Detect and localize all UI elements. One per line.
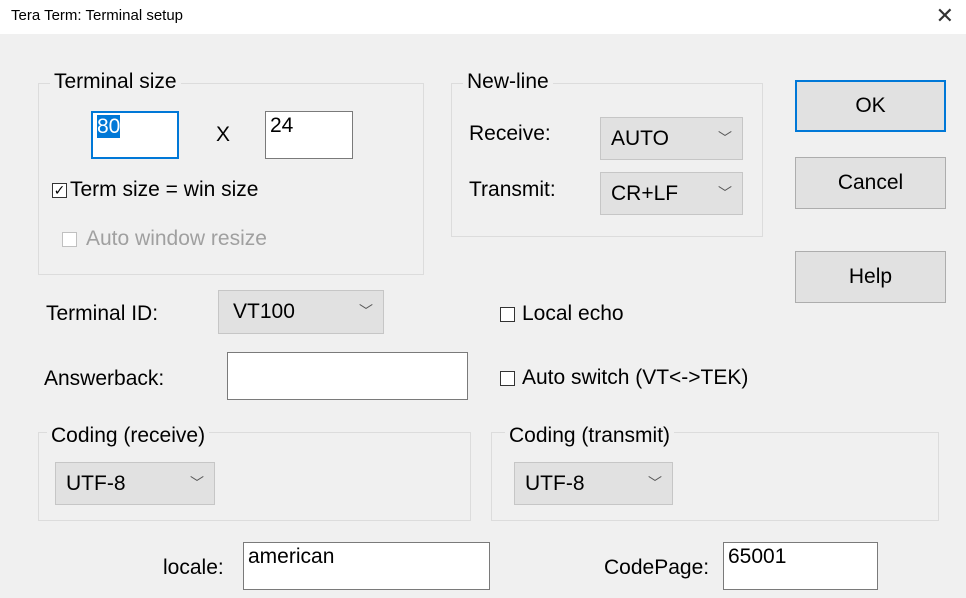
- auto-resize-check-box[interactable]: [62, 232, 77, 247]
- terminal-id-select[interactable]: VT100 ﹀: [218, 290, 384, 334]
- codepage-input[interactable]: 65001: [723, 542, 878, 590]
- coding-transmit-value: UTF-8: [525, 471, 585, 495]
- cancel-button-label: Cancel: [837, 171, 904, 194]
- ok-button-label: OK: [855, 94, 886, 117]
- terminal-id-label: Terminal ID:: [46, 302, 159, 325]
- locale-value: american: [248, 545, 335, 568]
- terminal-cols-value: 80: [97, 115, 121, 138]
- help-button-label: Help: [848, 265, 893, 288]
- locale-label: locale:: [163, 556, 224, 579]
- chevron-down-icon: ﹀: [718, 129, 732, 146]
- terminal-id-value: VT100: [233, 300, 295, 323]
- receive-select[interactable]: AUTO ﹀: [600, 117, 743, 160]
- terminal-rows-value: 24: [270, 114, 294, 137]
- answerback-label: Answerback:: [44, 367, 165, 390]
- codepage-value: 65001: [728, 545, 787, 568]
- terminal-size-group-label: Terminal size: [50, 70, 181, 94]
- local-echo-label: Local echo: [522, 302, 624, 325]
- coding-transmit-group-label: Coding (transmit): [505, 424, 675, 448]
- answerback-input[interactable]: [227, 352, 468, 400]
- transmit-value: CR+LF: [611, 181, 679, 205]
- receive-value: AUTO: [611, 126, 669, 150]
- window-title: Tera Term: Terminal setup: [11, 7, 184, 24]
- locale-input[interactable]: american: [243, 542, 490, 590]
- receive-label: Receive:: [469, 122, 551, 145]
- ok-button[interactable]: OK: [795, 80, 946, 132]
- coding-receive-group-label: Coding (receive): [47, 424, 210, 448]
- chevron-down-icon: ﹀: [190, 474, 204, 491]
- coding-receive-value: UTF-8: [66, 471, 126, 495]
- chevron-down-icon: ﹀: [718, 184, 732, 201]
- transmit-select[interactable]: CR+LF ﹀: [600, 172, 743, 215]
- auto-resize-label: Auto window resize: [86, 227, 267, 250]
- transmit-label: Transmit:: [469, 178, 556, 201]
- title-bar: Tera Term: Terminal setup ✕: [0, 0, 966, 34]
- local-echo-check-box[interactable]: [500, 307, 515, 322]
- auto-switch-check-box[interactable]: [500, 371, 515, 386]
- close-icon[interactable]: ✕: [936, 4, 954, 28]
- chevron-down-icon: ﹀: [648, 474, 662, 491]
- help-button[interactable]: Help: [795, 251, 946, 303]
- cancel-button[interactable]: Cancel: [795, 157, 946, 209]
- terminal-rows-input[interactable]: 24: [265, 111, 353, 159]
- coding-receive-select[interactable]: UTF-8 ﹀: [55, 462, 215, 505]
- term-size-label: Term size = win size: [70, 178, 259, 201]
- size-separator: X: [216, 123, 231, 146]
- terminal-cols-input[interactable]: 80: [91, 111, 179, 159]
- coding-transmit-select[interactable]: UTF-8 ﹀: [514, 462, 673, 505]
- chevron-down-icon: ﹀: [359, 303, 373, 319]
- auto-switch-label: Auto switch (VT<->TEK): [522, 366, 749, 389]
- new-line-group-label: New-line: [463, 70, 553, 94]
- term-size-check-box[interactable]: ✓: [52, 183, 67, 198]
- codepage-label: CodePage:: [604, 556, 710, 579]
